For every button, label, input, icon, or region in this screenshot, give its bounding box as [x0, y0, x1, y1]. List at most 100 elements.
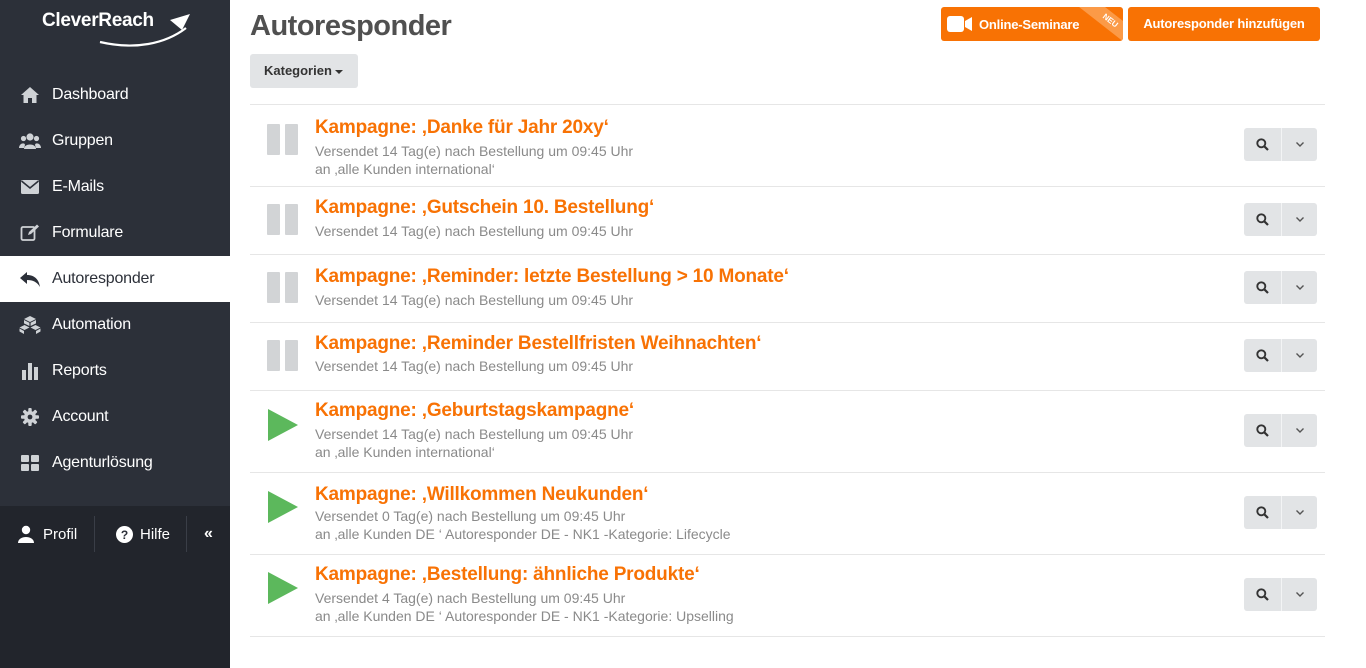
- sidebar-item-account[interactable]: Account: [0, 394, 230, 440]
- preview-button[interactable]: [1244, 414, 1280, 447]
- more-dropdown-button[interactable]: [1282, 128, 1318, 161]
- sidebar-nav: Dashboard Gruppen E-Mails Formulare Auto…: [0, 72, 230, 486]
- grid-icon: [19, 453, 41, 473]
- users-icon: [19, 131, 41, 151]
- campaign-title[interactable]: Kampagne: ‚Danke für Jahr 20xy‘: [315, 117, 609, 139]
- chevron-down-icon: [1296, 353, 1304, 358]
- kategorien-dropdown[interactable]: Kategorien: [250, 54, 358, 88]
- pause-icon[interactable]: [266, 271, 300, 305]
- more-dropdown-button[interactable]: [1282, 203, 1318, 236]
- search-icon: [1255, 424, 1269, 437]
- row-actions: [1244, 203, 1317, 236]
- user-icon: [18, 525, 34, 543]
- pause-icon[interactable]: [266, 123, 300, 157]
- campaign-schedule: Versendet 4 Tag(e) nach Bestellung um 09…: [315, 590, 626, 606]
- collapse-sidebar-button[interactable]: «: [204, 514, 213, 554]
- preview-button[interactable]: [1244, 496, 1280, 529]
- sidebar: CleverReach Dashboard Gruppen E-Mails Fo…: [0, 0, 230, 668]
- campaign-recipients: an ‚alle Kunden international‘: [315, 161, 495, 177]
- campaign-recipients: an ‚alle Kunden DE ‘ Autoresponder DE - …: [315, 526, 731, 542]
- more-dropdown-button[interactable]: [1282, 271, 1318, 304]
- chevron-down-icon: [1296, 510, 1304, 515]
- sidebar-item-gruppen[interactable]: Gruppen: [0, 118, 230, 164]
- chevron-down-icon: [1296, 142, 1304, 147]
- profil-link[interactable]: Profil: [18, 514, 77, 554]
- sidebar-item-agenturloesung[interactable]: Agenturlösung: [0, 440, 230, 486]
- double-chevron-left-icon: «: [204, 525, 213, 542]
- edit-icon: [19, 223, 41, 243]
- caret-down-icon: [334, 69, 343, 74]
- row-actions: [1244, 271, 1317, 304]
- campaign-recipients: an ‚alle Kunden international‘: [315, 444, 495, 460]
- campaign-schedule: Versendet 14 Tag(e) nach Bestellung um 0…: [315, 223, 634, 239]
- kategorien-label: Kategorien: [264, 63, 332, 78]
- campaign-title[interactable]: Kampagne: ‚Willkommen Neukunden‘: [315, 484, 649, 506]
- pause-icon[interactable]: [266, 339, 300, 373]
- preview-button[interactable]: [1244, 578, 1280, 611]
- online-seminare-button[interactable]: Online-Seminare NEU: [941, 7, 1123, 41]
- pause-icon[interactable]: [266, 203, 300, 237]
- bar-chart-icon: [19, 361, 41, 381]
- sidebar-item-automation[interactable]: Automation: [0, 302, 230, 348]
- search-icon: [1255, 349, 1269, 362]
- app: CleverReach Dashboard Gruppen E-Mails Fo…: [0, 0, 1366, 668]
- preview-button[interactable]: [1244, 271, 1280, 304]
- campaign-row: Kampagne: ‚Reminder: letzte Bestellung >…: [250, 255, 1325, 323]
- profil-label: Profil: [43, 525, 78, 543]
- sidebar-item-reports[interactable]: Reports: [0, 348, 230, 394]
- row-actions: [1244, 339, 1317, 372]
- campaign-schedule: Versendet 0 Tag(e) nach Bestellung um 09…: [315, 508, 626, 524]
- more-dropdown-button[interactable]: [1282, 339, 1318, 372]
- hilfe-link[interactable]: ? Hilfe: [116, 514, 170, 554]
- more-dropdown-button[interactable]: [1282, 414, 1318, 447]
- online-seminare-label: Online-Seminare: [979, 17, 1080, 32]
- row-actions: [1244, 578, 1317, 611]
- sidebar-item-label: Agenturlösung: [52, 454, 153, 471]
- preview-button[interactable]: [1244, 203, 1280, 236]
- search-icon: [1255, 588, 1269, 601]
- campaign-title[interactable]: Kampagne: ‚Bestellung: ähnliche Produkte…: [315, 564, 700, 586]
- preview-button[interactable]: [1244, 128, 1280, 161]
- campaign-row: Kampagne: ‚Bestellung: ähnliche Produkte…: [250, 555, 1325, 637]
- sidebar-item-formulare[interactable]: Formulare: [0, 210, 230, 256]
- cubes-icon: [19, 315, 41, 335]
- campaign-row: Kampagne: ‚Geburtstagskampagne‘ Versende…: [250, 391, 1325, 473]
- add-autoresponder-button[interactable]: Autoresponder hinzufügen: [1128, 7, 1320, 41]
- search-icon: [1255, 281, 1269, 294]
- logo-swoosh-icon: [99, 14, 190, 47]
- sidebar-item-autoresponder[interactable]: Autoresponder: [0, 256, 230, 302]
- logo[interactable]: CleverReach: [40, 8, 192, 47]
- campaign-row: Kampagne: ‚Reminder Bestellfristen Weihn…: [250, 323, 1325, 391]
- row-actions: [1244, 128, 1317, 161]
- sidebar-item-label: Gruppen: [52, 132, 113, 149]
- campaign-title[interactable]: Kampagne: ‚Reminder: letzte Bestellung >…: [315, 266, 789, 288]
- search-icon: [1255, 506, 1269, 519]
- play-icon[interactable]: [266, 490, 300, 524]
- play-icon[interactable]: [266, 571, 300, 605]
- campaign-title[interactable]: Kampagne: ‚Gutschein 10. Bestellung‘: [315, 197, 654, 219]
- home-icon: [19, 85, 41, 105]
- campaign-schedule: Versendet 14 Tag(e) nach Bestellung um 0…: [315, 426, 634, 442]
- sidebar-item-dashboard[interactable]: Dashboard: [0, 72, 230, 118]
- sidebar-item-label: Formulare: [52, 224, 124, 241]
- divider: [94, 516, 95, 552]
- row-actions: [1244, 496, 1317, 529]
- page-title: Autoresponder: [250, 10, 452, 42]
- help-icon: ?: [116, 525, 133, 543]
- campaign-recipients: an ‚alle Kunden DE ‘ Autoresponder DE - …: [315, 608, 734, 624]
- search-icon: [1255, 213, 1269, 226]
- sidebar-item-e-mails[interactable]: E-Mails: [0, 164, 230, 210]
- campaign-schedule: Versendet 14 Tag(e) nach Bestellung um 0…: [315, 143, 634, 159]
- sidebar-item-label: Autoresponder: [52, 270, 155, 287]
- campaign-title[interactable]: Kampagne: ‚Geburtstagskampagne‘: [315, 400, 634, 422]
- row-actions: [1244, 414, 1317, 447]
- preview-button[interactable]: [1244, 339, 1280, 372]
- more-dropdown-button[interactable]: [1282, 578, 1318, 611]
- play-icon[interactable]: [266, 408, 300, 442]
- more-dropdown-button[interactable]: [1282, 496, 1318, 529]
- hilfe-label: Hilfe: [140, 525, 171, 543]
- campaign-title[interactable]: Kampagne: ‚Reminder Bestellfristen Weihn…: [315, 333, 762, 355]
- divider: [186, 516, 187, 552]
- main-content: Autoresponder Online-Seminare NEU Autore…: [250, 0, 1325, 668]
- campaign-row: Kampagne: ‚Gutschein 10. Bestellung‘ Ver…: [250, 187, 1325, 255]
